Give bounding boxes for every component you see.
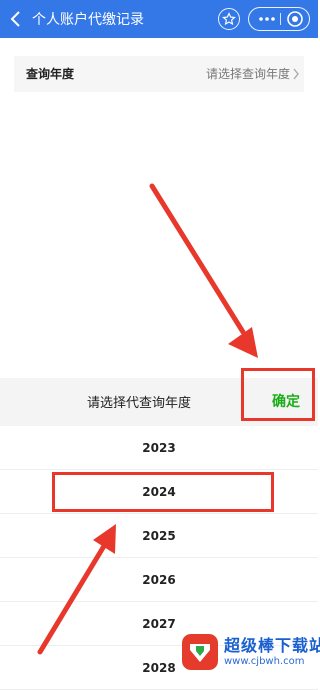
watermark-name: 超级棒下载站	[224, 636, 320, 655]
watermark-url: www.cjbwh.com	[224, 656, 305, 667]
chevron-right-icon	[293, 68, 299, 80]
query-year-row[interactable]: 查询年度 请选择查询年度	[14, 56, 304, 92]
title-bar: 个人账户代缴记录	[0, 0, 318, 38]
more-icon[interactable]	[256, 10, 278, 28]
star-icon	[222, 12, 236, 26]
capsule-divider	[280, 13, 281, 25]
year-highlight-box	[52, 472, 274, 512]
year-option-2026[interactable]: 2026	[0, 558, 318, 602]
page-title: 个人账户代缴记录	[32, 12, 144, 28]
favorite-button[interactable]	[218, 8, 240, 30]
content-area	[0, 100, 318, 378]
back-icon[interactable]	[6, 8, 28, 30]
query-year-label: 查询年度	[26, 67, 75, 81]
close-target-icon[interactable]	[286, 10, 304, 28]
watermark: 超级棒下载站 www.cjbwh.com	[180, 630, 320, 677]
year-option-2025[interactable]: 2025	[0, 514, 318, 558]
year-option-2023[interactable]: 2023	[0, 426, 318, 470]
site-logo-icon	[182, 634, 218, 670]
confirm-highlight-box	[241, 368, 315, 421]
query-year-placeholder: 请选择查询年度	[205, 67, 290, 81]
mini-program-capsule	[248, 7, 310, 31]
